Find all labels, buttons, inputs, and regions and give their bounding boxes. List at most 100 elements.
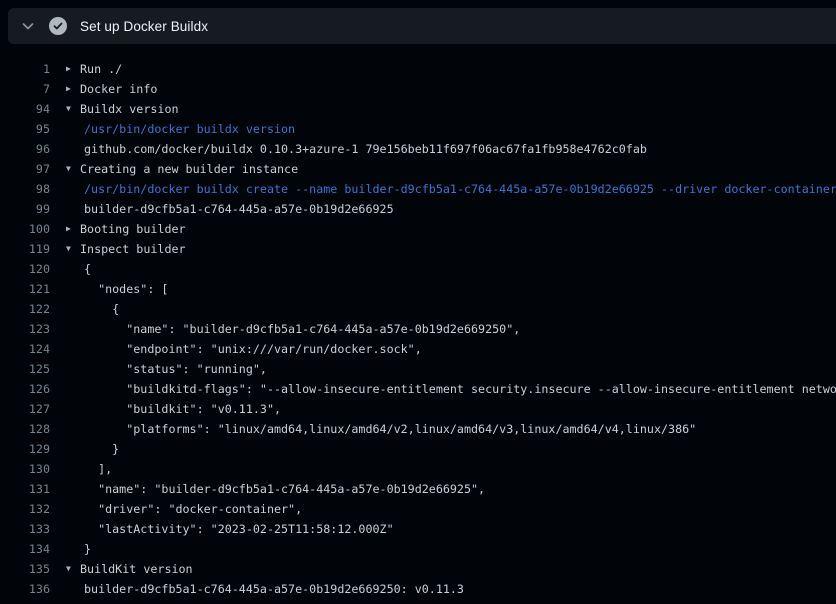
log-line-text[interactable]: ▼Buildx version xyxy=(66,99,179,119)
actions-log-viewer: Set up Docker Buildx 1 ▶Run ./ 7 ▶Docker… xyxy=(0,0,836,604)
log-area: 1 ▶Run ./ 7 ▶Docker info 94 ▼Buildx vers… xyxy=(0,44,836,604)
log-line-text: "name": "builder-d9cfb5a1-c764-445a-a57e… xyxy=(66,479,485,499)
log-line-text: "status": "running", xyxy=(66,359,267,379)
triangle-down-icon: ▼ xyxy=(66,159,80,179)
log-line-number[interactable]: 95 xyxy=(0,119,50,139)
log-line-text: /usr/bin/docker buildx version xyxy=(66,119,295,139)
log-line: 135 ▼BuildKit version xyxy=(0,559,836,579)
log-line: 94 ▼Buildx version xyxy=(0,99,836,119)
log-line: 122 { xyxy=(0,299,836,319)
log-line: 7 ▶Docker info xyxy=(0,79,836,99)
log-line-text[interactable]: ▶Booting builder xyxy=(66,219,186,239)
log-line-number[interactable]: 97 xyxy=(0,159,50,179)
log-line: 131 "name": "builder-d9cfb5a1-c764-445a-… xyxy=(0,479,836,499)
log-line-number[interactable]: 119 xyxy=(0,239,50,259)
log-line-text[interactable]: ▼Creating a new builder instance xyxy=(66,159,298,179)
log-line: 96 github.com/docker/buildx 0.10.3+azure… xyxy=(0,139,836,159)
log-line-number[interactable]: 132 xyxy=(0,499,50,519)
log-line-number[interactable]: 133 xyxy=(0,519,50,539)
triangle-right-icon: ▶ xyxy=(66,79,80,99)
log-line: 129 } xyxy=(0,439,836,459)
log-line-text[interactable]: ▶Run ./ xyxy=(66,59,122,79)
log-line-number[interactable]: 96 xyxy=(0,139,50,159)
log-line-text: "platforms": "linux/amd64,linux/amd64/v2… xyxy=(66,419,696,439)
log-line-number[interactable]: 120 xyxy=(0,259,50,279)
log-line-number[interactable]: 125 xyxy=(0,359,50,379)
log-line: 128 "platforms": "linux/amd64,linux/amd6… xyxy=(0,419,836,439)
log-line: 1 ▶Run ./ xyxy=(0,59,836,79)
log-line-number[interactable]: 122 xyxy=(0,299,50,319)
chevron-down-icon[interactable] xyxy=(20,18,36,34)
log-group-title: BuildKit version xyxy=(80,562,193,576)
log-line-number[interactable]: 124 xyxy=(0,339,50,359)
log-line-text: "buildkit": "v0.11.3", xyxy=(66,399,281,419)
log-line-number[interactable]: 100 xyxy=(0,219,50,239)
log-line-text: "buildkitd-flags": "--allow-insecure-ent… xyxy=(66,379,836,399)
log-line: 98 /usr/bin/docker buildx create --name … xyxy=(0,179,836,199)
log-group-title: Booting builder xyxy=(80,222,186,236)
log-line-number[interactable]: 128 xyxy=(0,419,50,439)
log-line-number[interactable]: 121 xyxy=(0,279,50,299)
log-line-text: builder-d9cfb5a1-c764-445a-a57e-0b19d2e6… xyxy=(66,579,464,599)
step-header[interactable]: Set up Docker Buildx xyxy=(8,8,836,44)
triangle-right-icon: ▶ xyxy=(66,59,80,79)
log-line-number[interactable]: 131 xyxy=(0,479,50,499)
log-line-text: /usr/bin/docker buildx create --name bui… xyxy=(66,179,836,199)
log-line-text[interactable]: ▼Inspect builder xyxy=(66,239,186,259)
log-line-number[interactable]: 126 xyxy=(0,379,50,399)
log-line: 127 "buildkit": "v0.11.3", xyxy=(0,399,836,419)
log-group-title: Run ./ xyxy=(80,62,122,76)
log-line-number[interactable]: 130 xyxy=(0,459,50,479)
log-line: 120 { xyxy=(0,259,836,279)
log-group-title: Inspect builder xyxy=(80,242,186,256)
log-line-text: { xyxy=(66,299,119,319)
log-line-number[interactable]: 98 xyxy=(0,179,50,199)
log-line-text: github.com/docker/buildx 0.10.3+azure-1 … xyxy=(66,139,647,159)
log-line-text: "nodes": [ xyxy=(66,279,168,299)
log-line: 100 ▶Booting builder xyxy=(0,219,836,239)
log-line-text: } xyxy=(66,439,119,459)
log-line: 126 "buildkitd-flags": "--allow-insecure… xyxy=(0,379,836,399)
log-line-text[interactable]: ▼BuildKit version xyxy=(66,559,193,579)
log-line: 95 /usr/bin/docker buildx version xyxy=(0,119,836,139)
log-line-number[interactable]: 1 xyxy=(0,59,50,79)
log-line: 125 "status": "running", xyxy=(0,359,836,379)
log-line: 134 } xyxy=(0,539,836,559)
triangle-down-icon: ▼ xyxy=(66,559,80,579)
log-line-text[interactable]: ▶Docker info xyxy=(66,79,157,99)
log-line: 124 "endpoint": "unix:///var/run/docker.… xyxy=(0,339,836,359)
log-line-number[interactable]: 99 xyxy=(0,199,50,219)
log-line-number[interactable]: 129 xyxy=(0,439,50,459)
log-line-text: "driver": "docker-container", xyxy=(66,499,302,519)
step-title: Set up Docker Buildx xyxy=(80,19,208,34)
triangle-down-icon: ▼ xyxy=(66,99,80,119)
check-circle-icon xyxy=(49,17,67,35)
log-line-text: "name": "builder-d9cfb5a1-c764-445a-a57e… xyxy=(66,319,520,339)
log-line: 130 ], xyxy=(0,459,836,479)
log-line-text: "endpoint": "unix:///var/run/docker.sock… xyxy=(66,339,422,359)
log-line: 133 "lastActivity": "2023-02-25T11:58:12… xyxy=(0,519,836,539)
log-line-text: } xyxy=(66,539,91,559)
log-line-number[interactable]: 123 xyxy=(0,319,50,339)
log-line: 121 "nodes": [ xyxy=(0,279,836,299)
log-line-text: "lastActivity": "2023-02-25T11:58:12.000… xyxy=(66,519,394,539)
log-line: 97 ▼Creating a new builder instance xyxy=(0,159,836,179)
log-line: 136 builder-d9cfb5a1-c764-445a-a57e-0b19… xyxy=(0,579,836,599)
log-group-title: Docker info xyxy=(80,82,157,96)
triangle-right-icon: ▶ xyxy=(66,219,80,239)
log-line-number[interactable]: 134 xyxy=(0,539,50,559)
triangle-down-icon: ▼ xyxy=(66,239,80,259)
log-line-number[interactable]: 127 xyxy=(0,399,50,419)
log-group-title: Creating a new builder instance xyxy=(80,162,298,176)
log-line: 99 builder-d9cfb5a1-c764-445a-a57e-0b19d… xyxy=(0,199,836,219)
log-line-number[interactable]: 94 xyxy=(0,99,50,119)
log-line-text: ], xyxy=(66,459,112,479)
log-line-number[interactable]: 136 xyxy=(0,579,50,599)
log-line: 119 ▼Inspect builder xyxy=(0,239,836,259)
log-group-title: Buildx version xyxy=(80,102,179,116)
log-line: 123 "name": "builder-d9cfb5a1-c764-445a-… xyxy=(0,319,836,339)
log-line-text: builder-d9cfb5a1-c764-445a-a57e-0b19d2e6… xyxy=(66,199,394,219)
log-line: 132 "driver": "docker-container", xyxy=(0,499,836,519)
log-line-number[interactable]: 135 xyxy=(0,559,50,579)
log-line-number[interactable]: 7 xyxy=(0,79,50,99)
